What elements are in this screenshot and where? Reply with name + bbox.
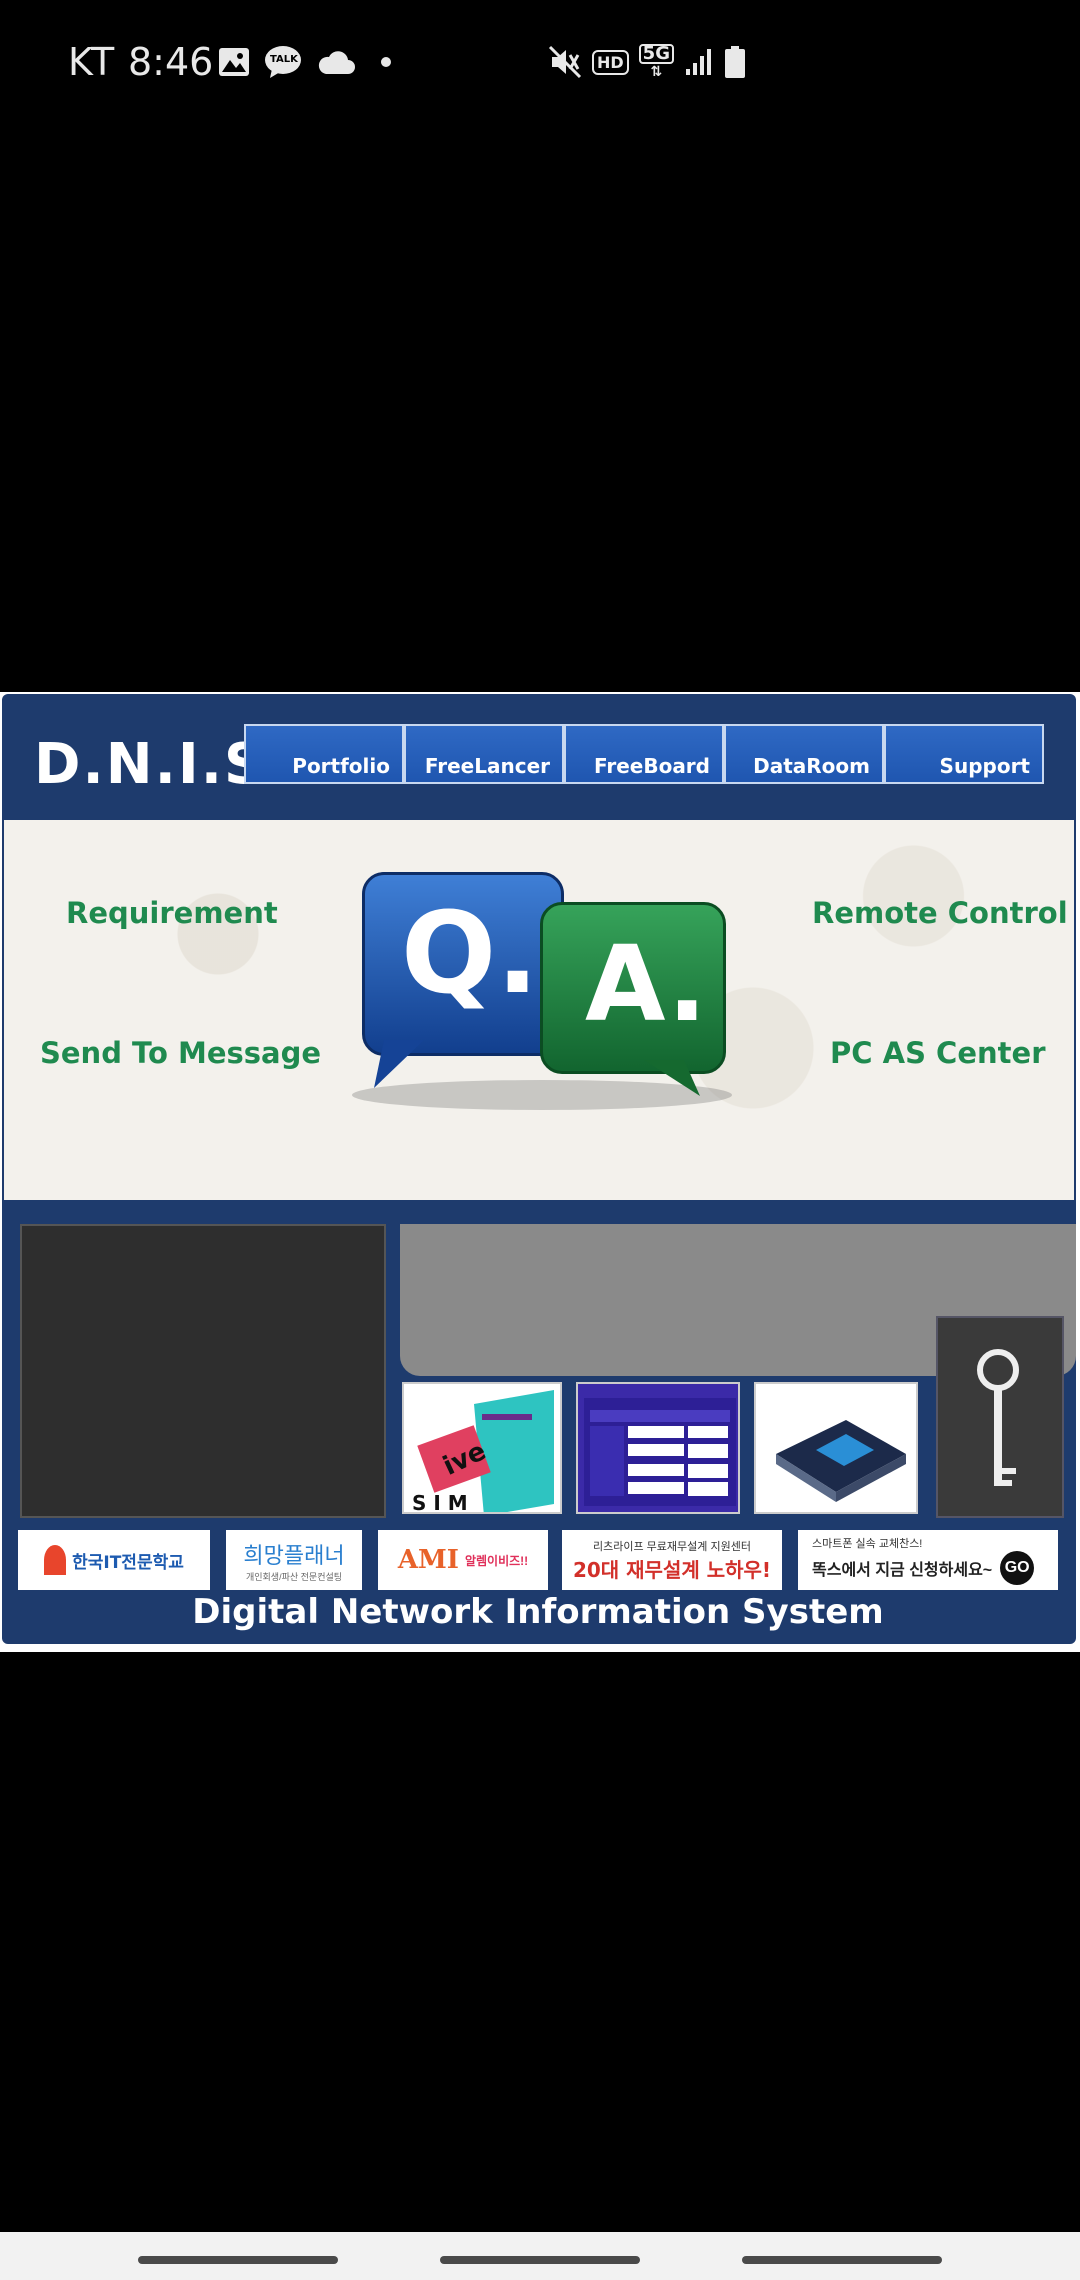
thumb-form-layout[interactable]: [576, 1382, 740, 1514]
5g-icon: 5G ⇅: [638, 44, 674, 80]
nav-label: FreeLancer: [424, 754, 550, 778]
go-button[interactable]: GO: [1000, 1551, 1035, 1585]
banner-text: 한국IT전문학교: [72, 1552, 184, 1573]
kakaotalk-icon: TALK: [264, 45, 302, 79]
carrier-label: KT: [68, 40, 116, 84]
banner-text: AMI: [397, 1545, 459, 1575]
hd-label: HD: [597, 52, 624, 72]
qa-section: Requirement Send To Message Remote Contr…: [4, 820, 1074, 1200]
a-letter: A.: [585, 923, 707, 1045]
site-logo[interactable]: D.N.I.S: [34, 732, 266, 797]
nav-freelancer[interactable]: FreeLancer: [404, 724, 564, 784]
key-image[interactable]: [936, 1316, 1064, 1518]
banner-text: 희망플래너: [243, 1543, 345, 1569]
banner-subtext: 개인회생/파산 전문컨설팅: [245, 1571, 343, 1582]
video-panel: [20, 1224, 386, 1518]
banner-subtext: 리츠라이프 무료재무설계 지원센터: [593, 1540, 751, 1553]
send-message-link[interactable]: Send To Message: [40, 1036, 321, 1070]
q-bubble: Q.: [362, 872, 564, 1056]
nav-support[interactable]: Support: [884, 724, 1044, 784]
banner-kitschool[interactable]: 한국IT전문학교: [18, 1530, 210, 1590]
nav-freeboard[interactable]: FreeBoard: [564, 724, 724, 784]
kitschool-logo-icon: [44, 1545, 67, 1575]
site-nav: Portfolio FreeLancer FreeBoard DataRoom …: [244, 724, 1044, 784]
thumb-simple-live[interactable]: ive S I M: [402, 1382, 562, 1514]
dnis-webpage-image: D.N.I.S Portfolio FreeLancer FreeBoard D…: [0, 692, 1080, 1652]
notification-icons: TALK: [218, 44, 392, 80]
banner-ritzlife[interactable]: 리츠라이프 무료재무설계 지원센터 20대 재무설계 노하우!: [562, 1530, 782, 1590]
banner-text: 똑스에서 지금 신청하세요~: [812, 1562, 993, 1579]
thumb-cpu-chip[interactable]: [754, 1382, 918, 1514]
hd-icon: HD: [592, 49, 629, 75]
network-label: 5G: [638, 44, 674, 64]
recent-apps-button[interactable]: [138, 2256, 338, 2264]
banner-subtext: 스마트폰 실속 교체찬스!: [812, 1538, 923, 1550]
mute-icon: [548, 45, 582, 79]
battery-icon: [724, 46, 745, 78]
gallery-icon: [219, 48, 249, 76]
nav-label: DataRoom: [753, 754, 870, 778]
clock: 8:46: [128, 40, 214, 84]
dot-icon: [381, 57, 391, 67]
q-bubble-tail: [374, 1040, 424, 1088]
banner-ami[interactable]: AMI 알렘이비즈!!: [378, 1530, 548, 1590]
banner-smartphone[interactable]: 스마트폰 실속 교체찬스! 똑스에서 지금 신청하세요~ GO: [798, 1530, 1058, 1590]
status-bar: KT 8:46 TALK HD 5G ⇅: [0, 0, 1080, 130]
nav-portfolio[interactable]: Portfolio: [244, 724, 404, 784]
a-bubble-tail: [644, 1060, 700, 1096]
nav-dataroom[interactable]: DataRoom: [724, 724, 884, 784]
home-button[interactable]: [440, 2256, 640, 2264]
banner-subtext: 알렘이비즈!!: [464, 1553, 529, 1568]
banner-text: 20대 재무설계 노하우!: [572, 1557, 772, 1582]
q-letter: Q.: [401, 889, 539, 1019]
pc-as-center-link[interactable]: PC AS Center: [830, 1036, 1046, 1070]
signal-icon: [685, 49, 711, 75]
back-button[interactable]: [742, 2256, 942, 2264]
system-icons: HD 5G ⇅: [548, 42, 746, 82]
svg-text:S I M: S I M: [412, 1491, 468, 1514]
cloud-icon: [318, 51, 355, 74]
nav-label: Portfolio: [292, 754, 390, 778]
nav-label: Support: [939, 754, 1030, 778]
footer-title: Digital Network Information System: [192, 1592, 884, 1632]
nav-label: FreeBoard: [593, 754, 710, 778]
talk-badge: TALK: [270, 54, 298, 65]
a-bubble: A.: [540, 902, 726, 1074]
requirement-link[interactable]: Requirement: [66, 896, 278, 930]
remote-control-link[interactable]: Remote Control: [812, 896, 1068, 930]
banner-hope-planner[interactable]: 희망플래너 개인회생/파산 전문컨설팅: [226, 1530, 362, 1590]
